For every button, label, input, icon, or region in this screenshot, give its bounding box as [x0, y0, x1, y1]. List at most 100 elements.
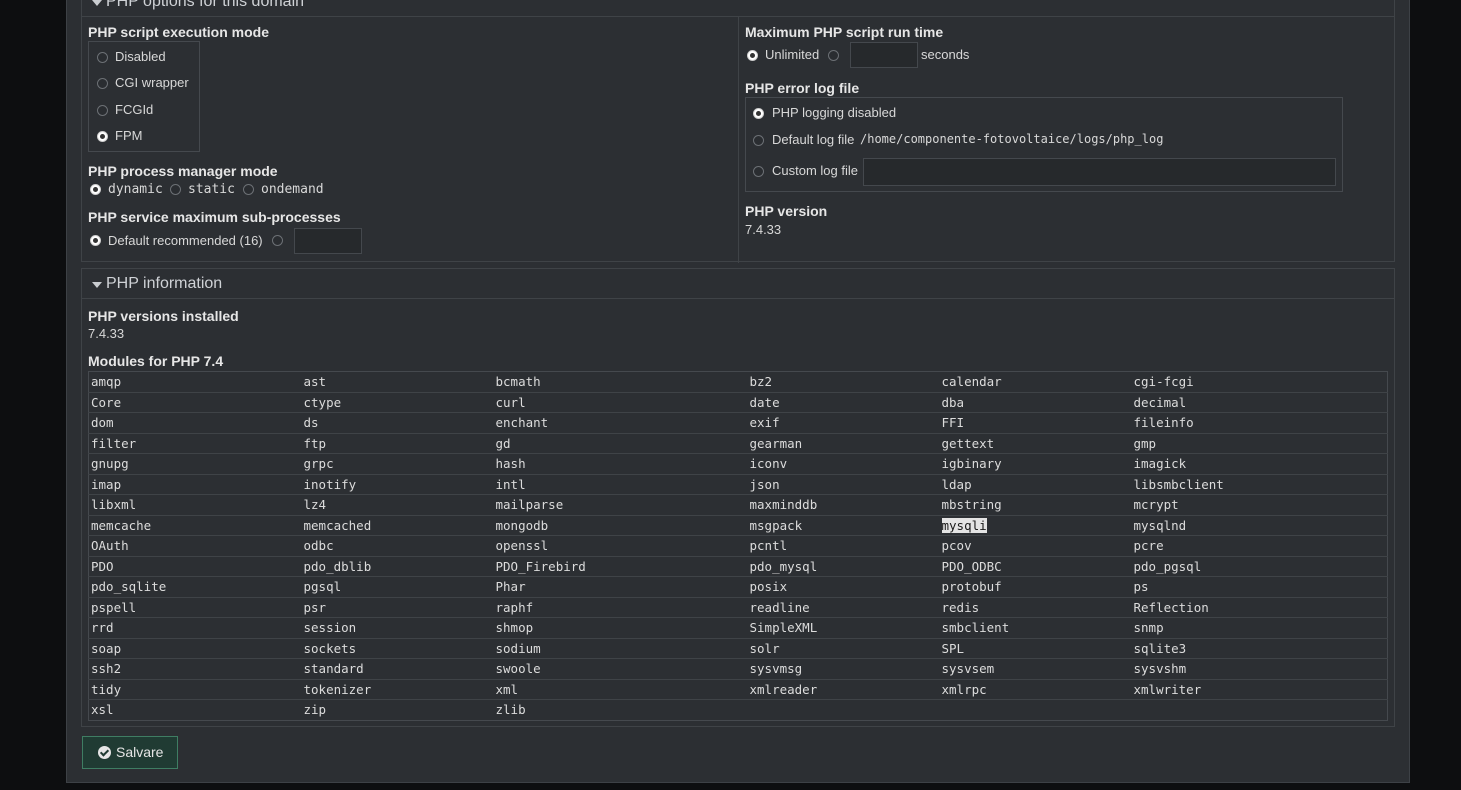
runtime-seconds-input[interactable]: [850, 42, 918, 68]
module-cell: [748, 700, 940, 721]
module-cell: Reflection: [1131, 597, 1388, 618]
module-name: ctype: [303, 394, 342, 410]
module-cell: standard: [301, 658, 494, 680]
module-cell: shmop: [493, 617, 748, 639]
module-cell: calendar: [939, 371, 1132, 393]
exec-mode-cgi-radio[interactable]: [97, 78, 108, 89]
installed-value: 7.4.33: [88, 326, 125, 341]
module-name: PDO_Firebird: [495, 558, 586, 574]
module-cell: odbc: [301, 535, 494, 557]
module-name: bcmath: [495, 374, 541, 390]
module-cell: snmp: [1131, 617, 1388, 639]
module-name: bz2: [749, 374, 773, 390]
pm-mode-dynamic-radio[interactable]: [90, 184, 101, 195]
module-name: SPL: [941, 640, 965, 656]
module-cell: pcov: [939, 535, 1132, 557]
errlog-disabled-radio[interactable]: [753, 108, 764, 119]
pm-mode-static-label: static: [188, 182, 235, 197]
table-row: filter ftp gd gearman gettext gmp: [88, 433, 1388, 454]
table-row: libxml lz4 mailparse maxminddb mbstring mcryp…: [88, 494, 1388, 516]
module-name: pspell: [91, 599, 137, 615]
module-name: OAuth: [91, 538, 129, 554]
errlog-disabled-label: PHP logging disabled: [772, 105, 897, 120]
module-name: swoole: [495, 661, 541, 677]
module-name: imagick: [1133, 456, 1187, 472]
subproc-custom-radio[interactable]: [272, 235, 283, 246]
module-cell: ctype: [301, 392, 494, 413]
module-cell: SPL: [939, 638, 1132, 659]
installed-label: PHP versions installed: [88, 308, 239, 324]
module-cell: pgsql: [301, 576, 494, 598]
module-name: xml: [495, 681, 519, 697]
runtime-custom-radio[interactable]: [828, 50, 839, 61]
pm-mode-static-radio[interactable]: [170, 184, 181, 195]
column-divider: [738, 17, 739, 263]
module-name: dom: [91, 415, 114, 431]
errlog-custom-radio[interactable]: [753, 166, 764, 177]
module-cell: iconv: [747, 453, 940, 475]
module-cell: mysqlnd: [1131, 515, 1388, 536]
table-row: rrd session shmop SimpleXML smbclient snmp: [88, 617, 1388, 639]
module-cell: ldap: [939, 474, 1132, 495]
module-name: sysvmsg: [749, 661, 803, 677]
collapse-triangle-icon: [92, 0, 102, 6]
table-row: OAuth odbc openssl pcntl pcov pcre: [88, 535, 1388, 557]
module-name: ftp: [303, 435, 327, 451]
module-cell: decimal: [1131, 392, 1388, 413]
module-name: psr: [303, 599, 327, 615]
module-name: ssh2: [91, 661, 122, 677]
module-cell: session: [301, 617, 494, 639]
module-cell: pcre: [1131, 535, 1388, 557]
module-name: Phar: [495, 579, 526, 595]
php-options-header[interactable]: PHP options for this domain: [82, 0, 1394, 17]
exec-mode-fpm-radio[interactable]: [97, 131, 108, 142]
module-cell: mailparse: [493, 494, 748, 516]
module-cell: solr: [747, 638, 940, 659]
module-name: fileinfo: [1133, 415, 1194, 431]
module-cell: filter: [88, 433, 302, 454]
module-name: FFI: [941, 415, 965, 431]
php-info-header[interactable]: PHP information: [82, 269, 1394, 299]
subproc-label: PHP service maximum sub-processes: [88, 209, 341, 225]
module-name: odbc: [303, 538, 334, 554]
module-name: zip: [303, 702, 327, 718]
pm-mode-ondemand-radio[interactable]: [243, 184, 254, 195]
module-cell: OAuth: [88, 535, 302, 557]
module-cell: xml: [493, 679, 748, 700]
module-cell: sqlite3: [1131, 638, 1388, 659]
errlog-custom-input[interactable]: [863, 158, 1336, 186]
errlog-default-radio[interactable]: [753, 135, 764, 146]
module-name: mysqlnd: [1133, 517, 1187, 533]
save-button[interactable]: Salvare: [82, 736, 178, 769]
module-name: xmlwriter: [1133, 681, 1202, 697]
module-name: solr: [749, 640, 780, 656]
module-cell: ftp: [301, 433, 494, 454]
module-cell: memcached: [301, 515, 494, 536]
module-name: SimpleXML: [749, 620, 818, 636]
module-name: sockets: [303, 640, 357, 656]
runtime-label: Maximum PHP script run time: [745, 24, 944, 40]
module-name: gettext: [941, 435, 995, 451]
table-row: xsl zip zlib: [89, 700, 1388, 721]
exec-mode-disabled-radio[interactable]: [97, 52, 108, 63]
exec-mode-fcgid-label: FCGId: [115, 102, 154, 117]
module-cell: protobuf: [939, 576, 1132, 598]
module-cell: gettext: [939, 433, 1132, 454]
module-name: Core: [91, 394, 122, 410]
module-cell: mysqli: [939, 515, 1132, 536]
module-cell: gd: [493, 433, 748, 454]
runtime-unlimited-radio[interactable]: [747, 50, 758, 61]
subproc-default-radio[interactable]: [90, 235, 101, 246]
module-name: maxminddb: [749, 497, 818, 513]
exec-mode-fcgid-radio[interactable]: [97, 105, 108, 116]
module-name: sqlite3: [1133, 640, 1187, 656]
module-name: decimal: [1133, 394, 1187, 410]
module-name: mysqli: [941, 517, 987, 533]
module-name: intl: [495, 476, 526, 492]
module-name: ps: [1133, 579, 1149, 595]
subproc-input[interactable]: [294, 228, 362, 254]
module-name: mcrypt: [1133, 497, 1179, 513]
exec-mode-fpm-label: FPM: [115, 128, 143, 143]
module-cell: mongodb: [493, 515, 748, 536]
module-name: ds: [303, 415, 319, 431]
